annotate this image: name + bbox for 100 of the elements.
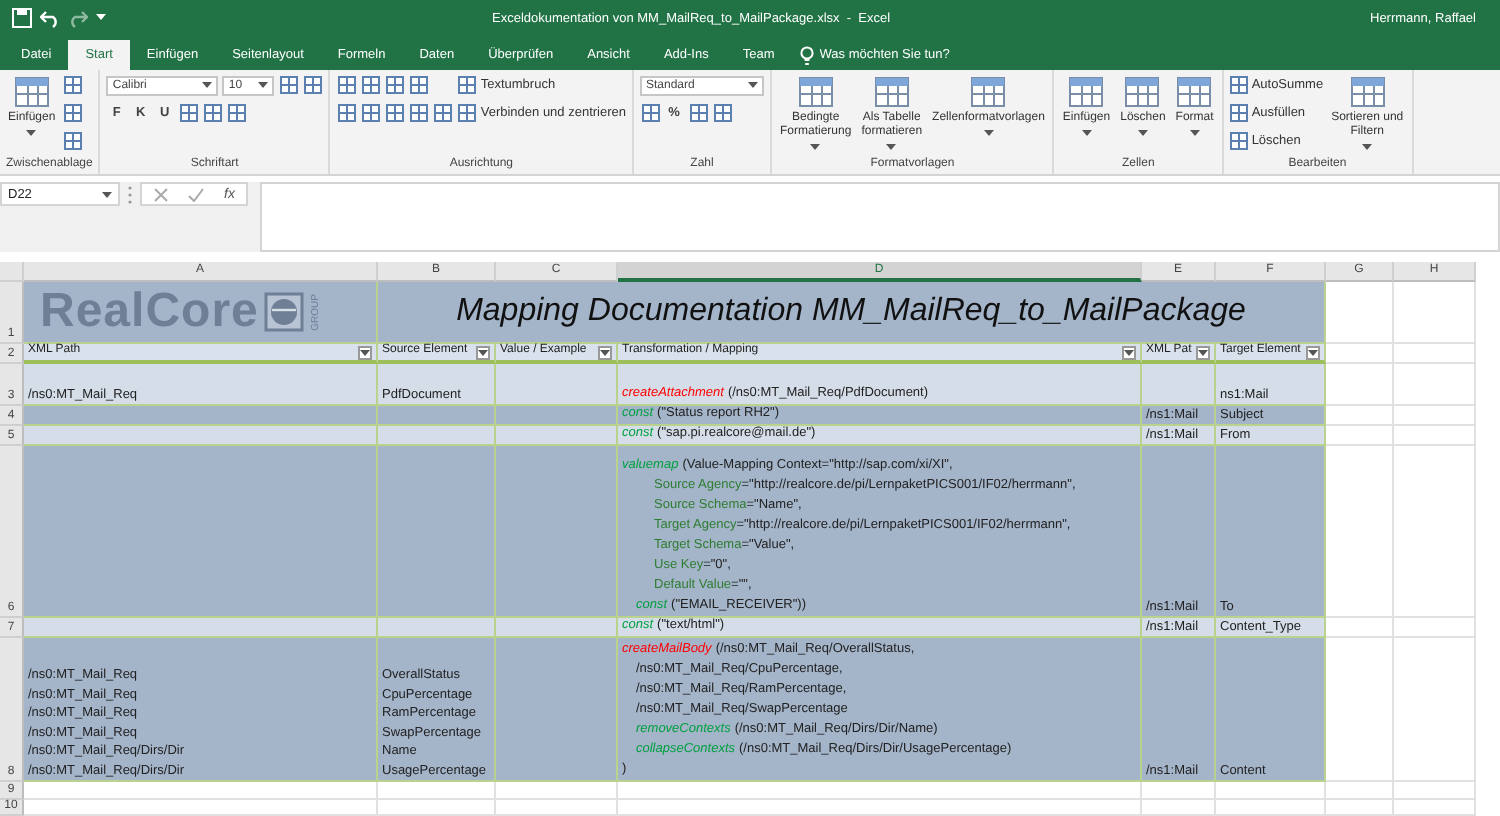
toolbar-button[interactable] [360, 74, 381, 96]
table-icon [203, 104, 222, 122]
check-icon[interactable] [188, 187, 204, 201]
empty-cell [1394, 638, 1476, 782]
empty-cell [1326, 638, 1394, 782]
table-icon [179, 104, 198, 122]
save-button[interactable] [12, 6, 32, 30]
table-icon [64, 76, 83, 94]
table-cell [378, 406, 496, 426]
caret-icon [1362, 144, 1373, 150]
table-icon [433, 104, 452, 122]
caret-icon [102, 191, 112, 197]
empty-cell [1142, 782, 1216, 800]
table-cell [378, 618, 496, 638]
toolbar-button[interactable] [640, 102, 660, 124]
table-icon [641, 104, 659, 122]
empty-cell [1394, 344, 1476, 364]
filter-button[interactable] [598, 345, 612, 359]
caret-icon [26, 130, 37, 136]
cancel-icon[interactable] [154, 187, 168, 201]
table-icon [303, 76, 322, 94]
caret-icon [1308, 349, 1318, 355]
table-icon [1176, 76, 1213, 108]
caret-icon [258, 82, 269, 88]
caret-icon [202, 82, 213, 88]
formula-input[interactable] [260, 182, 1500, 252]
toolbar-button[interactable] [408, 102, 429, 124]
toolbar-button[interactable] [688, 102, 708, 124]
empty-cell [496, 782, 618, 800]
caret-icon [1198, 349, 1208, 355]
caret-icon [748, 82, 758, 88]
filter-button[interactable] [358, 345, 372, 359]
empty-cell [1394, 618, 1476, 638]
toolbar-button[interactable] [384, 74, 405, 96]
table-icon [409, 76, 428, 94]
table-icon [1068, 76, 1105, 108]
table-icon [797, 76, 834, 108]
redo-button[interactable] [68, 6, 88, 30]
undo-button[interactable] [40, 6, 60, 30]
empty-cell [1394, 406, 1476, 426]
toolbar-button[interactable] [360, 102, 381, 124]
toolbar-button[interactable] [302, 74, 323, 96]
table-icon [385, 76, 404, 94]
sheet-title: Mapping Documentation MM_MailReq_to_MailPackage [378, 282, 1326, 344]
caret-icon [1081, 130, 1092, 136]
empty-cell [1394, 282, 1476, 344]
toolbar-button[interactable] [178, 102, 199, 124]
caret-icon [360, 349, 370, 355]
toolbar-button[interactable] [278, 74, 299, 96]
toolbar-button[interactable] [63, 74, 84, 96]
caret-icon [478, 349, 488, 355]
caret-icon [983, 130, 994, 136]
caret-icon [600, 349, 610, 355]
table-icon [458, 76, 477, 94]
table-icon [385, 104, 404, 122]
table-icon [1229, 132, 1248, 150]
empty-cell [1216, 782, 1326, 800]
table-icon [1124, 76, 1161, 108]
caret-icon [810, 144, 821, 150]
undo-icon [40, 8, 60, 28]
caret-icon [1137, 130, 1148, 136]
save-icon [12, 8, 32, 28]
table-icon [1229, 76, 1248, 94]
toolbar-button[interactable] [63, 130, 84, 152]
caret-icon [886, 144, 897, 150]
filter-button[interactable] [1196, 345, 1210, 359]
caret-icon [96, 14, 106, 22]
table-icon [458, 104, 477, 122]
empty-cell [1394, 364, 1476, 406]
table-icon [361, 104, 380, 122]
toolbar-button[interactable] [336, 102, 357, 124]
filter-button[interactable] [1122, 345, 1136, 359]
table-icon [689, 104, 707, 122]
toolbar-button[interactable] [202, 102, 223, 124]
table-icon [13, 76, 50, 108]
toolbar-button[interactable] [226, 102, 247, 124]
toolbar-button[interactable] [63, 102, 84, 124]
toolbar-button[interactable] [432, 102, 453, 124]
table-icon [279, 76, 298, 94]
table-icon [337, 104, 356, 122]
toolbar-button[interactable] [712, 102, 732, 124]
empty-cell [1394, 782, 1476, 800]
table-cell [378, 426, 496, 446]
table-icon [227, 104, 246, 122]
toolbar-button[interactable] [408, 74, 429, 96]
empty-cell [378, 782, 496, 800]
table-icon [713, 104, 731, 122]
table-icon [337, 76, 356, 94]
table-icon [361, 76, 380, 94]
filter-button[interactable] [1306, 345, 1320, 359]
empty-cell [1394, 426, 1476, 446]
toolbar-button[interactable] [384, 102, 405, 124]
table-icon [873, 76, 910, 108]
table-icon [64, 132, 83, 150]
table-icon [409, 104, 428, 122]
table-icon [1229, 104, 1248, 122]
redo-icon [68, 8, 88, 28]
filter-button[interactable] [476, 345, 490, 359]
table-icon [64, 104, 83, 122]
toolbar-button[interactable] [336, 74, 357, 96]
